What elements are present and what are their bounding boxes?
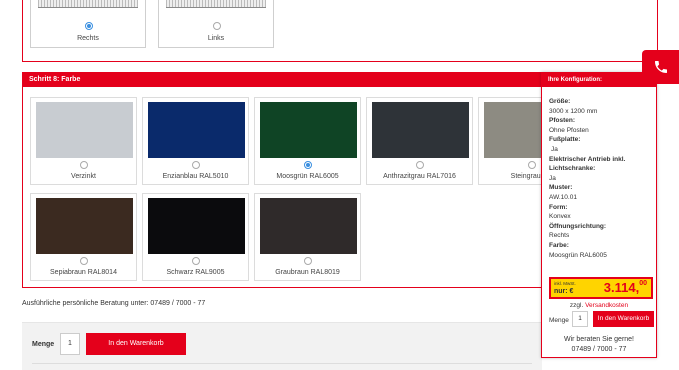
divider [32, 363, 532, 364]
price-amount: 3.114,00 [604, 280, 647, 295]
quantity-input[interactable]: 1 [60, 333, 80, 355]
shipping-note: zzgl. Versandkosten [542, 302, 656, 309]
direction-label: Rechts [77, 35, 99, 42]
advice-block: Wir beraten Sie gerne! 07489 / 7000 - 77 [542, 335, 656, 355]
price-main: 3.114, [603, 280, 640, 295]
color-card-enzianblau[interactable]: Enzianblau RAL5010 [142, 97, 249, 185]
color-label: Anthrazitgrau RAL7016 [383, 173, 456, 180]
color-swatch [148, 198, 245, 254]
radio-rechts[interactable] [85, 22, 93, 30]
gate-image [166, 0, 266, 8]
color-swatch [148, 102, 245, 158]
price-prefix: nur: € [554, 288, 574, 295]
configuration-panel: Ihre Konfiguration: Größe: 3000 x 1200 m… [541, 72, 657, 358]
phone-icon [655, 61, 667, 73]
phone-contact-tab[interactable] [642, 50, 679, 84]
config-key: Öffnungsrichtung: [549, 222, 607, 230]
config-key: Elektrischer Antrieb inkl. Lichtschranke… [549, 155, 626, 173]
add-to-cart-button[interactable]: In den Warenkorb [86, 333, 186, 355]
gate-image [38, 0, 138, 8]
color-radio[interactable] [192, 161, 200, 169]
radio-links[interactable] [213, 22, 221, 30]
config-value: Ja [551, 145, 558, 153]
cart-area: Menge 1 In den Warenkorb [22, 322, 542, 370]
configuration-title: Ihre Konfiguration: [542, 73, 656, 87]
config-value: Rechts [549, 232, 570, 240]
color-label: Schwarz RAL9005 [166, 269, 225, 276]
price-vat-note: inkl. MwSt. [554, 281, 576, 286]
panel-add-to-cart-button[interactable]: In den Warenkorb [593, 311, 654, 327]
config-key: Muster: [549, 184, 573, 192]
color-card-anthrazitgrau[interactable]: Anthrazitgrau RAL7016 [366, 97, 473, 185]
color-swatch [36, 198, 133, 254]
config-value: Ohne Pfosten [549, 126, 589, 134]
shipping-costs-link[interactable]: Versandkosten [585, 302, 628, 309]
color-radio[interactable] [528, 161, 536, 169]
color-card-moosgruen[interactable]: Moosgrün RAL6005 [254, 97, 361, 185]
panel-quantity-input[interactable]: 1 [572, 311, 588, 327]
color-label: Graubraun RAL8019 [275, 269, 340, 276]
configuration-list: Größe: 3000 x 1200 mm Pfosten: Ohne Pfos… [549, 97, 652, 260]
step-title: Schritt 8: Farbe [23, 73, 541, 87]
config-key: Größe: [549, 98, 571, 105]
config-value: Konvex [549, 213, 571, 221]
config-key: Farbe: [549, 241, 569, 249]
color-step-section: Schritt 8: Farbe Verzinkt Enzianblau RAL… [22, 72, 585, 288]
color-radio[interactable] [304, 257, 312, 265]
color-swatch [36, 102, 133, 158]
color-label: Enzianblau RAL5010 [162, 173, 229, 180]
color-card-graubraun[interactable]: Graubraun RAL8019 [254, 193, 361, 281]
config-key: Fußplatte: [549, 136, 581, 144]
color-label: Verzinkt [71, 173, 96, 180]
color-swatch [260, 198, 357, 254]
direction-label: Links [207, 35, 225, 42]
color-swatch [372, 102, 469, 158]
config-key: Pfosten: [549, 117, 575, 125]
color-label: Sepiabraun RAL8014 [50, 269, 117, 276]
config-value: Ja [549, 174, 556, 182]
price-cents: 00 [639, 280, 647, 287]
color-radio[interactable] [80, 257, 88, 265]
advice-phone: 07489 / 7000 - 77 [571, 346, 627, 353]
color-card-schwarz[interactable]: Schwarz RAL9005 [142, 193, 249, 281]
quantity-label: Menge [32, 341, 55, 348]
price-box: inkl. MwSt. nur: € 3.114,00 [549, 277, 653, 299]
color-swatch [260, 102, 357, 158]
color-radio[interactable] [80, 161, 88, 169]
color-radio[interactable] [416, 161, 424, 169]
shipping-prefix: zzgl. [569, 302, 584, 309]
direction-card-links[interactable]: Links [158, 0, 274, 48]
color-card-sepiabraun[interactable]: Sepiabraun RAL8014 [30, 193, 137, 281]
color-label: Moosgrün RAL6005 [276, 173, 339, 180]
color-card-verzinkt[interactable]: Verzinkt [30, 97, 137, 185]
direction-section: Rechts Links [22, 0, 658, 62]
config-key: Form: [549, 203, 568, 211]
config-value: 3000 x 1200 mm [549, 107, 598, 115]
advice-text: Wir beraten Sie gerne! [563, 336, 635, 343]
direction-card-rechts[interactable]: Rechts [30, 0, 146, 48]
consultation-text: Ausführliche persönliche Beratung unter:… [22, 300, 206, 307]
color-radio[interactable] [192, 257, 200, 265]
config-value: AW.10.01 [549, 193, 577, 201]
panel-quantity-label: Menge [549, 317, 569, 324]
color-radio[interactable] [304, 161, 312, 169]
config-value: Moosgrün RAL6005 [549, 251, 607, 259]
